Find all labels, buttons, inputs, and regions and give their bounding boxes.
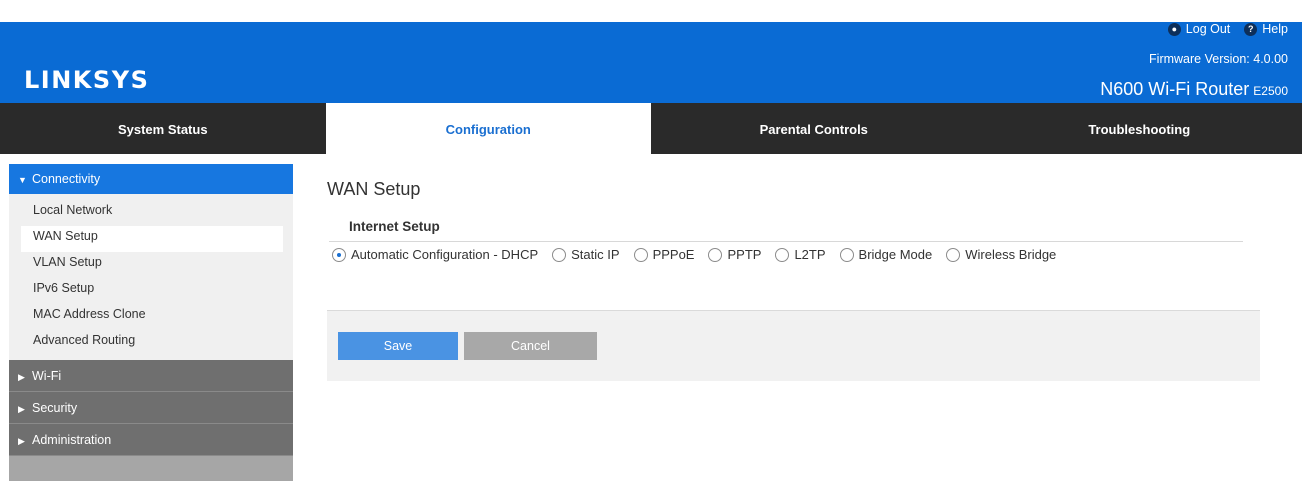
main-tabs: System Status Configuration Parental Con… [0, 103, 1302, 154]
sidebar: ▼ Connectivity Local Network WAN Setup VL… [9, 164, 293, 481]
firmware-version: Firmware Version: 4.0.00 [1149, 52, 1288, 66]
radio-label: Automatic Configuration - DHCP [351, 247, 539, 262]
radio-label: L2TP [794, 247, 826, 262]
model-name: N600 Wi-Fi Router [1100, 79, 1250, 99]
divider [329, 241, 1243, 242]
radio-button[interactable] [839, 247, 854, 262]
sidebar-item-mac-address-clone[interactable]: MAC Address Clone [9, 304, 293, 330]
radio-wireless-bridge[interactable]: Wireless Bridge [946, 247, 1056, 262]
sidebar-item-label: Security [32, 401, 78, 415]
sidebar-item-ipv6-setup[interactable]: IPv6 Setup [9, 278, 293, 304]
sidebar-item-label: Administration [32, 433, 112, 447]
sidebar-item-vlan-setup[interactable]: VLAN Setup [9, 252, 293, 278]
radio-pptp[interactable]: PPTP [708, 247, 761, 262]
radio-label: Static IP [571, 247, 620, 262]
sidebar-item-wan-setup[interactable]: WAN Setup [21, 226, 283, 252]
connection-type-options: Automatic Configuration - DHCP Static IP… [332, 247, 1070, 262]
tab-troubleshooting[interactable]: Troubleshooting [977, 103, 1302, 154]
radio-label: Wireless Bridge [965, 247, 1057, 262]
help-link[interactable]: ? Help [1244, 22, 1288, 36]
radio-pppoe[interactable]: PPPoE [633, 247, 695, 262]
radio-button-selected[interactable] [332, 247, 346, 262]
help-icon: ? [1244, 22, 1258, 36]
radio-bridge-mode[interactable]: Bridge Mode [839, 247, 933, 262]
help-label: Help [1262, 22, 1288, 36]
model-code: E2500 [1253, 84, 1288, 98]
tab-configuration[interactable]: Configuration [325, 103, 651, 154]
caret-right-icon: ▶ [18, 404, 25, 414]
radio-static-ip[interactable]: Static IP [552, 247, 620, 262]
radio-label: PPTP [727, 247, 762, 262]
radio-label: PPPoE [652, 247, 695, 262]
radio-button[interactable] [946, 247, 961, 262]
caret-right-icon: ▶ [18, 372, 25, 382]
logout-label: Log Out [1185, 22, 1231, 36]
sidebar-item-local-network[interactable]: Local Network [9, 200, 293, 226]
radio-dhcp[interactable]: Automatic Configuration - DHCP [332, 247, 538, 262]
caption-strip [0, 0, 1302, 22]
logout-link[interactable]: ● Log Out [1167, 22, 1231, 36]
connectivity-submenu: Local Network WAN Setup VLAN Setup IPv6 … [9, 194, 293, 360]
sidebar-item-security[interactable]: ▶ Security [9, 392, 293, 424]
tab-parental-controls[interactable]: Parental Controls [651, 103, 977, 154]
sidebar-item-administration[interactable]: ▶ Administration [9, 424, 293, 456]
model-name-block: N600 Wi-Fi Router E2500 [1100, 79, 1288, 100]
sidebar-item-label: Connectivity [32, 172, 101, 186]
page-title: WAN Setup [327, 179, 421, 199]
save-button[interactable]: Save [338, 332, 458, 360]
caret-right-icon: ▶ [18, 436, 25, 446]
sidebar-item-advanced-routing[interactable]: Advanced Routing [9, 330, 293, 356]
cancel-button[interactable]: Cancel [464, 332, 597, 360]
header-links: ● Log Out ? Help [1154, 22, 1288, 36]
sidebar-item-label: Wi-Fi [32, 369, 62, 383]
radio-l2tp[interactable]: L2TP [775, 247, 826, 262]
caret-down-icon: ▼ [18, 175, 27, 185]
tab-system-status[interactable]: System Status [0, 103, 326, 154]
radio-button[interactable] [633, 247, 648, 262]
radio-button[interactable] [552, 247, 567, 262]
sidebar-item-connectivity[interactable]: ▼ Connectivity [9, 164, 293, 194]
radio-button[interactable] [775, 247, 790, 262]
sidebar-item-wifi[interactable]: ▶ Wi-Fi [9, 360, 293, 392]
lock-icon: ● [1167, 22, 1181, 36]
linksys-logo: LINKSYS [24, 66, 150, 94]
radio-button[interactable] [708, 247, 723, 262]
radio-label: Bridge Mode [858, 247, 933, 262]
section-heading: Internet Setup [349, 219, 440, 234]
